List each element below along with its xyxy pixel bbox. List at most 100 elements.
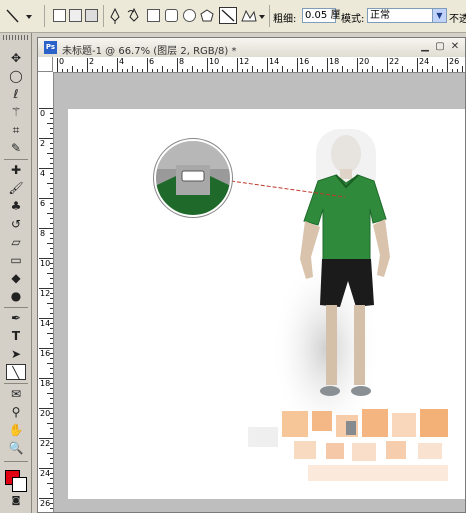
document-title-bar[interactable]: Ps 未标题-1 @ 66.7% (图层 2, RGB/8) * ▁ ▢ ✕ [38, 38, 465, 58]
ruler-minor-tick [187, 69, 188, 72]
close-icon[interactable]: ✕ [449, 41, 461, 53]
horizontal-ruler[interactable]: 0 2 4 6 8 10 12 14 16 18 20 22 24 26 [53, 57, 465, 73]
separator [44, 5, 45, 27]
minimize-icon[interactable]: ▁ [419, 41, 431, 53]
ruler-minor-tick [412, 69, 413, 72]
background-color-swatch[interactable] [12, 477, 27, 492]
rounded-rectangle-tool-button[interactable] [165, 9, 178, 22]
blur-icon[interactable]: ◆ [6, 270, 26, 286]
rectangle-tool-button[interactable] [147, 9, 160, 22]
ruler-minor-tick [50, 128, 53, 129]
vertical-ruler[interactable]: 0 2 4 6 8 10 12 14 16 18 20 22 24 26 [38, 72, 54, 512]
ruler-major-tick [447, 58, 448, 72]
weight-input[interactable]: 0.05 厘 [302, 8, 340, 23]
magic-wand-icon[interactable]: ⚚ [6, 104, 26, 120]
ruler-minor-tick [407, 69, 408, 72]
custom-shape-icon[interactable] [240, 8, 266, 24]
fill-pixels-button[interactable] [85, 9, 98, 22]
eyedropper-sample-icon[interactable]: ⚲ [6, 404, 26, 420]
ruler-label: 22 [40, 439, 51, 448]
right-arm [373, 219, 390, 277]
eyedropper-icon[interactable]: ✎ [6, 140, 26, 156]
photo-composition [153, 129, 448, 481]
paths-button[interactable] [69, 9, 82, 22]
zoom-icon[interactable]: 🔍 [6, 440, 26, 456]
brush-icon[interactable]: 🖌 [6, 180, 26, 196]
ruler-label: 12 [40, 289, 51, 298]
ruler-minor-tick [67, 69, 68, 72]
document-title: 未标题-1 @ 66.7% (图层 2, RGB/8) * [62, 46, 237, 57]
opacity-label: 不透 [449, 14, 466, 25]
line-tool-preset-icon[interactable] [5, 8, 35, 24]
ruler-label: 26 [449, 57, 460, 66]
ruler-minor-tick [307, 69, 308, 72]
notes-icon[interactable]: ✉ [6, 386, 26, 402]
ruler-minor-tick [107, 69, 108, 72]
ellipse-marquee-icon[interactable]: ◯ [6, 68, 26, 84]
quick-mask-icon[interactable]: ◙ [6, 493, 26, 509]
ellipse-tool-button[interactable] [183, 9, 196, 22]
ruler-minor-tick [50, 208, 53, 209]
ruler-minor-tick [50, 193, 53, 194]
ruler-label: 22 [389, 57, 400, 66]
ruler-minor-tick [50, 443, 53, 444]
ruler-minor-tick [50, 173, 53, 174]
pen-icon[interactable]: ✒ [6, 310, 26, 326]
palette-grip[interactable] [3, 35, 29, 40]
ruler-minor-tick [50, 503, 53, 504]
dodge-icon[interactable]: ● [6, 288, 26, 304]
right-shoe [351, 386, 371, 396]
eraser-icon[interactable]: ▱ [6, 234, 26, 250]
ruler-label: 4 [40, 169, 46, 178]
options-bar: 粗细: 0.05 厘 模式: 正常 ▼ 不透 [0, 0, 466, 33]
ruler-minor-tick [392, 69, 393, 72]
gradient-icon[interactable]: ▭ [6, 252, 26, 268]
path-select-icon[interactable]: ➤ [6, 346, 26, 362]
hand-icon[interactable]: ✋ [6, 422, 26, 438]
ruler-minor-tick [47, 273, 53, 274]
ruler-minor-tick [50, 238, 53, 239]
ruler-minor-tick [402, 66, 403, 72]
ruler-minor-tick [50, 403, 53, 404]
ruler-label: 10 [40, 259, 51, 268]
ruler-minor-tick [50, 308, 53, 309]
ruler-minor-tick [197, 69, 198, 72]
pen-icon[interactable] [108, 8, 122, 24]
ruler-minor-tick [50, 463, 53, 464]
line-tool-button[interactable] [219, 7, 237, 24]
type-icon[interactable]: T [6, 328, 26, 344]
ruler-minor-tick [50, 133, 53, 134]
image-canvas[interactable] [68, 109, 465, 499]
ruler-minor-tick [50, 263, 53, 264]
ruler-minor-tick [50, 448, 53, 449]
ruler-label: 14 [40, 319, 51, 328]
shape-layers-button[interactable] [53, 9, 66, 22]
mode-select[interactable]: 正常 ▼ [367, 8, 447, 23]
freeform-pen-icon[interactable] [127, 8, 141, 24]
ruler-minor-tick [227, 69, 228, 72]
divider [4, 383, 28, 384]
ruler-minor-tick [50, 143, 53, 144]
history-brush-icon[interactable]: ↺ [6, 216, 26, 232]
ruler-minor-tick [367, 69, 368, 72]
crop-icon[interactable]: ⌗ [6, 122, 26, 138]
move-icon[interactable]: ✥ [6, 50, 26, 66]
ruler-minor-tick [242, 69, 243, 72]
polygon-icon[interactable] [200, 8, 214, 24]
ruler-minor-tick [92, 69, 93, 72]
healing-brush-icon[interactable]: ✚ [6, 162, 26, 178]
ruler-major-tick [327, 58, 328, 72]
ruler-minor-tick [50, 268, 53, 269]
ruler-origin[interactable] [38, 57, 53, 72]
ruler-label: 8 [179, 57, 185, 66]
ruler-label: 6 [149, 57, 155, 66]
maximize-icon[interactable]: ▢ [434, 41, 446, 53]
clone-stamp-icon[interactable]: ♣ [6, 198, 26, 214]
ruler-minor-tick [50, 113, 53, 114]
ruler-minor-tick [342, 66, 343, 72]
line-icon[interactable]: ╲ [6, 364, 26, 380]
ruler-minor-tick [47, 123, 53, 124]
ruler-label: 4 [119, 57, 125, 66]
lasso-icon[interactable]: ℓ [6, 86, 26, 102]
ruler-label: 20 [359, 57, 370, 66]
